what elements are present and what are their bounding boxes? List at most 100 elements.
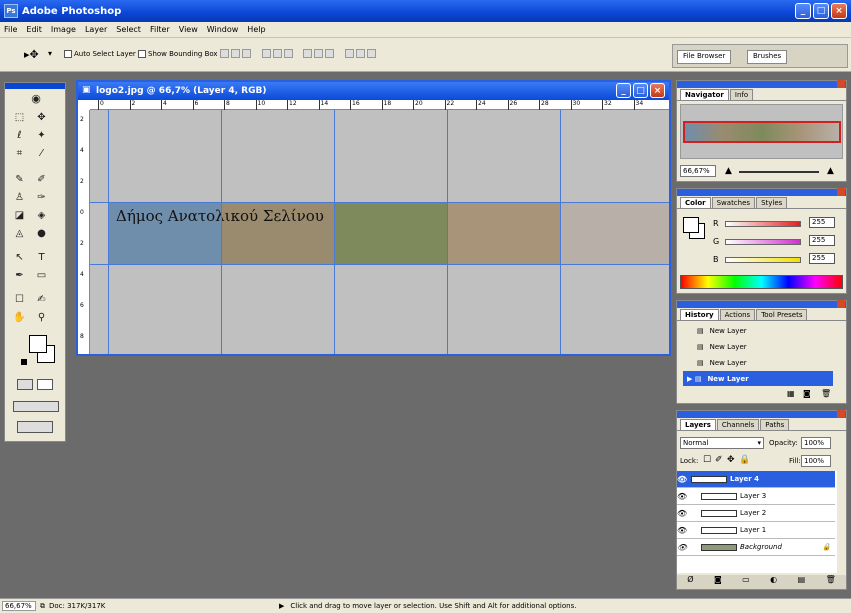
eye-icon[interactable]: 👁 [677,543,687,552]
gradient-tool-icon[interactable]: ◈ [35,209,48,222]
hand-tool-icon[interactable]: ✋ [13,311,26,324]
fg-color-swatch[interactable] [683,217,699,233]
image-canvas[interactable]: Δήμος Ανατολικού Σελίνου [90,110,669,354]
tab-swatches[interactable]: Swatches [711,197,756,208]
crop-tool-icon[interactable]: ⌗ [13,147,26,160]
screen-mode-icon[interactable] [13,401,59,412]
trash-icon[interactable]: 🗑 [821,389,831,398]
zoom-tool-icon[interactable]: ⚲ [35,311,48,324]
lasso-tool-icon[interactable]: ℓ [13,129,26,142]
standard-mode-icon[interactable] [17,379,33,390]
move-tool-icon[interactable]: ✥ [35,111,48,124]
guide-line[interactable] [560,110,561,354]
brush-tool-icon[interactable]: ✐ [35,173,48,186]
eyedropper-tool-icon[interactable]: ✍ [35,293,48,306]
doc-close-button[interactable]: × [650,83,665,98]
tab-actions[interactable]: Actions [719,309,756,320]
lock-paint-icon[interactable]: ✐ [715,455,723,465]
align-right-icon[interactable] [283,49,293,58]
close-button[interactable]: × [831,3,847,19]
align-bottom-icon[interactable] [242,49,251,58]
eraser-tool-icon[interactable]: ◪ [13,209,26,222]
dodge-tool-icon[interactable]: ● [35,227,48,240]
guide-line[interactable] [108,110,109,354]
slice-tool-icon[interactable]: ⁄ [35,147,48,160]
blur-tool-icon[interactable]: ◬ [13,227,26,240]
tab-tool-presets[interactable]: Tool Presets [756,309,808,320]
foreground-color-swatch[interactable] [29,335,47,353]
panel-close-icon[interactable] [837,188,845,196]
layer-row[interactable]: 👁 Layer 2 [677,505,835,522]
tab-info[interactable]: Info [729,89,754,100]
history-item[interactable]: ▤ New Layer [683,355,833,370]
maximize-button[interactable]: □ [813,3,829,19]
magic-wand-icon[interactable]: ✦ [35,129,48,142]
distribute-right-icon[interactable] [366,49,376,58]
shape-tool-icon[interactable]: ▭ [35,269,48,282]
distribute-bottom-icon[interactable] [325,49,335,58]
menu-filter[interactable]: Filter [150,25,170,34]
blue-value-field[interactable]: 255 [809,253,835,264]
eye-icon[interactable]: 👁 [677,509,687,518]
menu-window[interactable]: Window [207,25,239,34]
distribute-vcenter-icon[interactable] [314,49,324,58]
layer-row[interactable]: 👁 Layer 1 [677,522,835,539]
document-info-icon[interactable]: ⧉ [40,602,45,611]
zoom-in-icon[interactable]: ▲ [827,167,834,176]
menu-select[interactable]: Select [116,25,141,34]
blue-slider[interactable] [725,257,801,263]
panel-close-icon[interactable] [837,410,845,418]
marquee-tool-icon[interactable]: ⬚ [13,111,26,124]
distribute-hcenter-icon[interactable] [355,49,365,58]
green-value-field[interactable]: 255 [809,235,835,246]
tab-brushes[interactable]: Brushes [747,50,788,64]
history-item[interactable]: ▤ New Layer [683,339,833,354]
layer-row[interactable]: 👁 Layer 3 [677,488,835,505]
zoom-slider[interactable] [739,171,819,173]
fill-field[interactable]: 100% [801,455,831,467]
red-value-field[interactable]: 255 [809,217,835,228]
tool-preset-dropdown-icon[interactable]: ▾ [48,49,52,58]
healing-brush-icon[interactable]: ✎ [13,173,26,186]
guide-line[interactable] [447,110,448,354]
default-colors-icon[interactable] [21,359,27,365]
tab-paths[interactable]: Paths [760,419,790,430]
align-hcenter-icon[interactable] [272,49,282,58]
menu-image[interactable]: Image [51,25,76,34]
align-left-icon[interactable] [261,49,271,58]
doc-maximize-button[interactable]: □ [633,83,648,98]
doc-minimize-button[interactable]: _ [616,83,631,98]
guide-line[interactable] [90,202,669,203]
clone-stamp-icon[interactable]: ♙ [13,191,26,204]
green-slider[interactable] [725,239,801,245]
status-arrow-icon[interactable]: ▶ [279,602,284,610]
history-item-active[interactable]: ▶ ▤ New Layer [683,371,833,386]
new-set-icon[interactable]: ▭ [742,575,750,589]
notes-tool-icon[interactable]: ☐ [13,293,26,306]
red-slider[interactable] [725,221,801,227]
tab-channels[interactable]: Channels [716,419,760,430]
guide-line[interactable] [221,110,222,354]
path-select-icon[interactable]: ↖ [13,251,26,264]
layer-row-background[interactable]: 👁 Background 🔒 [677,539,835,556]
history-brush-icon[interactable]: ✑ [35,191,48,204]
jump-to-imageready-icon[interactable] [17,421,53,433]
color-spectrum-bar[interactable] [680,275,843,289]
minimize-button[interactable]: _ [795,3,811,19]
new-layer-icon[interactable]: ▤ [798,575,806,589]
eye-icon[interactable]: 👁 [677,475,687,484]
tab-styles[interactable]: Styles [756,197,788,208]
auto-select-checkbox[interactable]: Auto Select Layer [64,50,136,58]
zoom-out-icon[interactable]: ▲ [725,167,732,176]
eye-icon[interactable]: 👁 [677,492,687,501]
tab-color[interactable]: Color [680,197,711,208]
lock-position-icon[interactable]: ✥ [727,455,735,465]
move-tool-icon[interactable]: ▸✥ [24,48,39,61]
menu-edit[interactable]: Edit [26,25,42,34]
type-tool-icon[interactable]: T [35,251,48,264]
layer-mask-icon[interactable]: ◙ [714,575,722,589]
pen-tool-icon[interactable]: ✒ [13,269,26,282]
tab-navigator[interactable]: Navigator [680,89,729,100]
lock-transparency-icon[interactable]: ☐ [703,455,711,465]
adobe-online-icon[interactable]: ◉ [23,92,49,105]
